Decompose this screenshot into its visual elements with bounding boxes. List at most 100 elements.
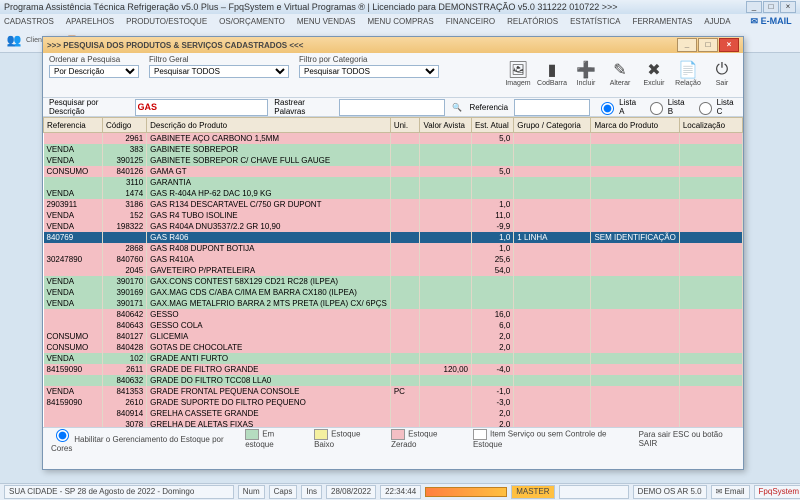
table-row[interactable]: 3110GARANTIA [44,177,743,188]
menubar: CADASTROS APARELHOS PRODUTO/ESTOQUE OS/O… [0,14,800,28]
legend-zerado: Estoque Zerado [391,429,459,449]
tb-incluir-button[interactable]: ➕Incluir [571,55,601,91]
table-row[interactable]: 2045GAVETEIRO P/PRATELEIRA54,0 [44,265,743,276]
desc-input[interactable] [135,99,269,116]
menu-financeiro[interactable]: FINANCEIRO [446,17,495,26]
sb-demo: DEMO OS AR 5.0 [633,485,707,499]
tb-sair-button[interactable]: ⏻Sair [707,55,737,91]
dlg-minimize-button[interactable]: _ [677,38,697,52]
col-header[interactable]: Est. Atual [471,118,513,133]
table-row[interactable]: 29039113186GAS R134 DESCARTAVEL C/750 GR… [44,199,743,210]
table-row[interactable]: CONSUMO840127GLICEMIA2,0 [44,331,743,342]
table-row[interactable]: 840769GAS R4061,01 LINHASEM IDENTIFICAÇÃ… [44,232,743,243]
lista-a-radio[interactable]: Lista A [596,98,639,116]
sb-brand: FpqSystem [754,485,800,499]
sb-date: 28/08/2022 [326,485,376,499]
menu-relatorios[interactable]: RELATÓRIOS [507,17,558,26]
sb-ins: Ins [301,485,322,499]
legend-sair: Para sair ESC ou botão SAIR [639,430,735,448]
table-row[interactable]: VENDA102GRADE ANTI FURTO [44,353,743,364]
table-row[interactable]: VENDA383GABINETE SOBREPOR [44,144,743,155]
menu-email[interactable]: ✉ E-MAIL [751,16,792,27]
table-row[interactable]: 2868GAS R408 DUPONT BOTIJA1,0 [44,243,743,254]
lista-c-radio[interactable]: Lista C [694,98,737,116]
close-button[interactable]: × [780,1,796,13]
tb-excluir-button[interactable]: ✖Excluir [639,55,669,91]
menu-cadastros[interactable]: CADASTROS [4,17,54,26]
menu-aparelhos[interactable]: APARELHOS [66,17,114,26]
table-row[interactable]: CONSUMO840126GAMA GT5,0 [44,166,743,177]
sb-time: 22:34:44 [380,485,421,499]
app-title: Programa Assistência Técnica Refrigeraçã… [4,0,618,14]
table-row[interactable]: VENDA390170GAX.CONS CONTEST 58X129 CD21 … [44,276,743,287]
tb-imagem-button[interactable]: 🖼Imagem [503,55,533,91]
table-row[interactable]: VENDA152GAS R4 TUBO ISOLINE11,0 [44,210,743,221]
col-header[interactable]: Localização [679,118,742,133]
col-header[interactable]: Uni. [390,118,420,133]
search-dialog: >>> PESQUISA DOS PRODUTOS & SERVIÇOS CAD… [42,36,744,470]
sb-email[interactable]: ✉ Email [711,485,750,499]
table-row[interactable]: 841590902610GRADE SUPORTE DO FILTRO PEQU… [44,397,743,408]
col-header[interactable]: Código [103,118,147,133]
table-row[interactable]: 840643GESSO COLA6,0 [44,320,743,331]
table-row[interactable]: VENDA198322GAS R404A DNU3537/2.2 GR 10,9… [44,221,743,232]
menu-vendas[interactable]: MENU VENDAS [297,17,356,26]
table-row[interactable]: 840642GESSO16,0 [44,309,743,320]
window-buttons: _ □ × [746,1,796,13]
tb-codbarra-button[interactable]: ▮CodBarra [537,55,567,91]
main-titlebar: Programa Assistência Técnica Refrigeraçã… [0,0,800,14]
habilitar-check[interactable]: Habilitar o Gerenciamento do Estoque por… [51,426,231,453]
table-row[interactable]: VENDA1474GAS R-404A HP-62 DAC 10,9 KG [44,188,743,199]
ref-input[interactable] [514,99,590,116]
col-header[interactable]: Descrição do Produto [147,118,391,133]
menu-compras[interactable]: MENU COMPRAS [368,17,434,26]
ordenar-select[interactable]: Por Descrição [49,65,139,78]
results-grid[interactable]: ReferenciaCódigoDescrição do ProdutoUni.… [43,117,743,427]
table-row[interactable]: CONSUMO840428GOTAS DE CHOCOLATE2,0 [44,342,743,353]
search-icon[interactable]: 🔍 [451,103,464,112]
statusbar: SUA CIDADE - SP 28 de Agosto de 2022 - D… [0,483,800,500]
cat-label: Filtro por Categoria [299,55,439,64]
geral-select[interactable]: Pesquisar TODOS [149,65,289,78]
menu-ferramentas[interactable]: FERRAMENTAS [632,17,692,26]
tb-relação-button[interactable]: 📄Relação [673,55,703,91]
col-header[interactable]: Grupo / Categoria [514,118,591,133]
cat-select[interactable]: Pesquisar TODOS [299,65,439,78]
menu-produto[interactable]: PRODUTO/ESTOQUE [126,17,207,26]
dlg-close-button[interactable]: × [719,38,739,52]
legend-servico: Item Serviço ou sem Controle de Estoque [473,429,625,449]
table-row[interactable]: VENDA841353GRADE FRONTAL PEQUENA CONSOLE… [44,386,743,397]
clientes-icon[interactable]: 👥 [4,30,24,50]
legend-em-estoque: Em estoque [245,429,300,449]
maximize-button[interactable]: □ [763,1,779,13]
table-row[interactable]: VENDA390169GAX.MAG CDS C/ABA C/IMA EM BA… [44,287,743,298]
sb-empty [559,485,629,499]
lista-b-radio[interactable]: Lista B [645,98,688,116]
col-header[interactable]: Referencia [44,118,103,133]
minimize-button[interactable]: _ [746,1,762,13]
dialog-search-row: Pesquisar por Descrição Rastrear Palavra… [43,98,743,117]
dialog-titlebar: >>> PESQUISA DOS PRODUTOS & SERVIÇOS CAD… [43,37,743,53]
palavras-input[interactable] [339,99,445,116]
table-row[interactable]: 841590902611GRADE DE FILTRO GRANDE120,00… [44,364,743,375]
menu-ajuda[interactable]: AJUDA [704,17,730,26]
col-header[interactable]: Marca do Produto [591,118,679,133]
dlg-maximize-button[interactable]: □ [698,38,718,52]
dialog-toolbar: Ordenar a Pesquisa Por Descrição Filtro … [43,53,743,98]
table-row[interactable]: 840632GRADE DO FILTRO TCC08 LLA0 [44,375,743,386]
table-row[interactable]: VENDA390171GAX.MAG METALFRIO BARRA 2 MTS… [44,298,743,309]
menu-estatistica[interactable]: ESTATÍSTICA [570,17,620,26]
table-row[interactable]: 30247890840760GAS R410A25,6 [44,254,743,265]
ref-label: Referencia [469,103,508,112]
palavras-label: Rastrear Palavras [274,98,332,116]
sb-progress [425,487,507,497]
dialog-title: >>> PESQUISA DOS PRODUTOS & SERVIÇOS CAD… [47,41,303,50]
table-row[interactable]: 840914GRELHA CASSETE GRANDE2,0 [44,408,743,419]
legend-baixo: Estoque Baixo [314,429,377,449]
menu-os[interactable]: OS/ORÇAMENTO [219,17,285,26]
table-row[interactable]: VENDA390125GABINETE SOBREPOR C/ CHAVE FU… [44,155,743,166]
col-header[interactable]: Valor Avista [420,118,471,133]
tb-alterar-button[interactable]: ✎Alterar [605,55,635,91]
legend: Habilitar o Gerenciamento do Estoque por… [43,427,743,450]
table-row[interactable]: 2961GABINETE AÇO CARBONO 1,5MM5,0 [44,133,743,145]
